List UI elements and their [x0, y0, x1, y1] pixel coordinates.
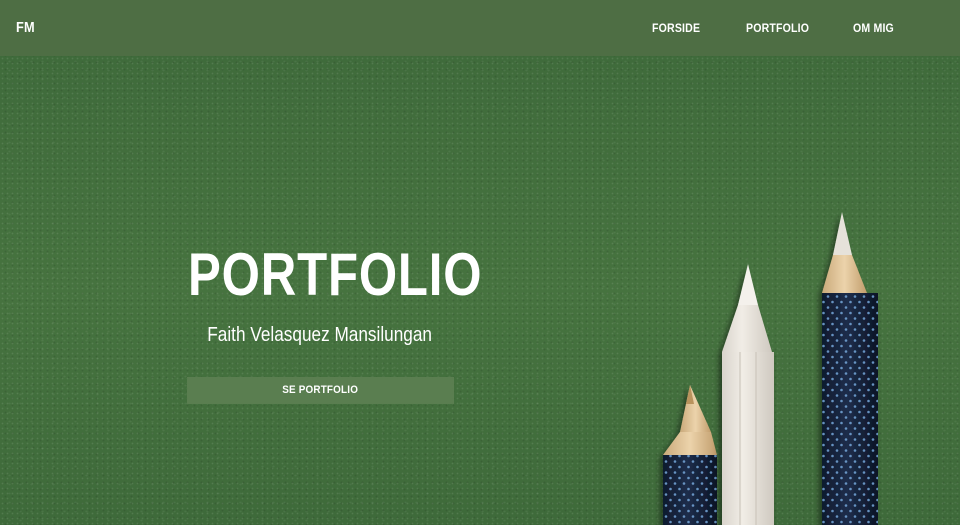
- navbar: FM FORSIDE PORTFOLIO OM MIG: [0, 0, 960, 56]
- logo-link[interactable]: FM: [16, 19, 35, 36]
- hero-title: PORTFOLIO: [188, 241, 483, 308]
- white-pencil: [722, 264, 774, 525]
- see-portfolio-button-label: SE PORTFOLIO: [282, 384, 359, 396]
- pencils-illustration: [663, 212, 878, 525]
- page: FM FORSIDE PORTFOLIO OM MIG PORTFOLIO Fa…: [0, 0, 960, 525]
- hero-subtitle-text: Faith Velasquez Mansilungan: [207, 324, 433, 346]
- short-navy-pencil: [663, 385, 717, 525]
- tall-navy-pencil: [822, 212, 878, 525]
- hero-subtitle: Faith Velasquez Mansilungan: [188, 322, 452, 348]
- see-portfolio-button[interactable]: SE PORTFOLIO: [187, 377, 454, 404]
- nav-link-om-mig[interactable]: OM MIG: [853, 21, 894, 35]
- nav-link-portfolio[interactable]: PORTFOLIO: [746, 21, 809, 35]
- nav-link-forside[interactable]: FORSIDE: [652, 21, 700, 35]
